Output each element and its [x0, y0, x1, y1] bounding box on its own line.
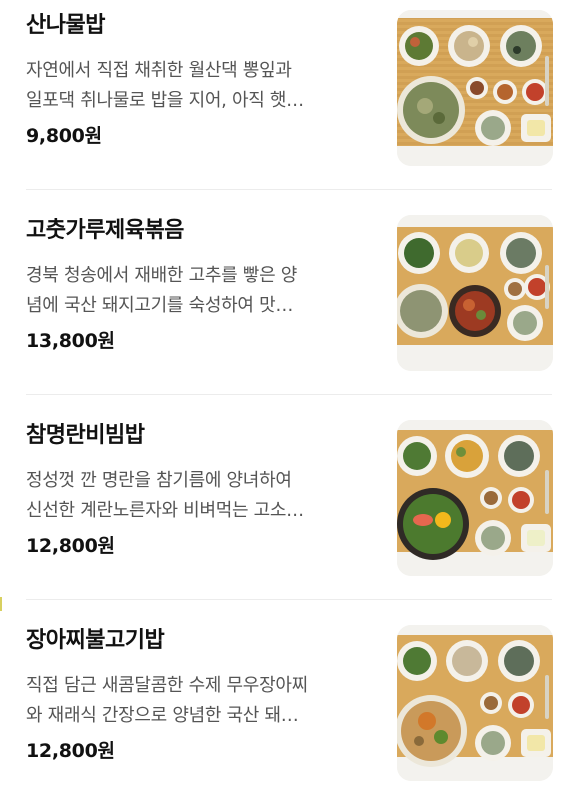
- scroll-edge-indicator: [0, 597, 2, 611]
- sannamul-bap-meal-photo-icon[interactable]: [397, 10, 553, 166]
- menu-item-price: 9,800원: [26, 125, 102, 147]
- menu-item-description-line: 직접 담근 새콤달콤한 수제 무우장아찌: [26, 675, 308, 696]
- meal-tray-image: [397, 420, 553, 576]
- menu-item-myeongran-bibimbap[interactable]: 참명란비빔밥 정성껏 깐 명란을 참기름에 양녀하여 신선한 계란노른자와 비벼…: [0, 410, 562, 600]
- menu-item-description: 자연에서 직접 채취한 월산댁 뽕잎과 일포댁 취나물로 밥을 지어, 아직 햇…: [26, 56, 378, 116]
- menu-item-name: 참명란비빔밥: [26, 423, 145, 448]
- divider: [26, 599, 552, 600]
- menu-item-description-line: 와 재래식 간장으로 양념한 국산 돼…: [26, 705, 299, 726]
- divider: [26, 394, 552, 395]
- menu-item-description-line: 일포댁 취나물로 밥을 지어, 아직 햇…: [26, 90, 304, 111]
- menu-item-info: 장아찌불고기밥 직접 담근 새콤달콤한 수제 무우장아찌 와 재래식 간장으로 …: [26, 625, 378, 765]
- menu-item-description: 경북 청송에서 재배한 고추를 빻은 양 념에 국산 돼지고기를 숙성하여 맛…: [26, 261, 378, 321]
- menu-item-description-line: 정성껏 깐 명란을 참기름에 양녀하여: [26, 470, 292, 491]
- menu-item-description-line: 경북 청송에서 재배한 고추를 빻은 양: [26, 265, 298, 286]
- menu-item-description-line: 자연에서 직접 채취한 월산댁 뽕잎과: [26, 60, 292, 81]
- menu-item-jeyuk-bokkeum[interactable]: 고춧가루제육볶음 경북 청송에서 재배한 고추를 빻은 양 념에 국산 돼지고기…: [0, 205, 562, 395]
- menu-item-price: 13,800원: [26, 330, 115, 352]
- menu-item-name: 장아찌불고기밥: [26, 628, 165, 653]
- menu-item-price: 12,800원: [26, 535, 115, 557]
- menu-item-name: 산나물밥: [26, 13, 105, 38]
- menu-item-jangajji-bulgogi-bap[interactable]: 장아찌불고기밥 직접 담근 새콤달콤한 수제 무우장아찌 와 재래식 간장으로 …: [0, 615, 562, 805]
- menu-item-sannamul-bap[interactable]: 산나물밥 자연에서 직접 채취한 월산댁 뽕잎과 일포댁 취나물로 밥을 지어,…: [0, 0, 562, 190]
- jangajji-bulgogi-bap-meal-photo-icon[interactable]: [397, 625, 553, 781]
- meal-tray-image: [397, 625, 553, 781]
- menu-item-name: 고춧가루제육볶음: [26, 218, 184, 243]
- menu-item-info: 산나물밥 자연에서 직접 채취한 월산댁 뽕잎과 일포댁 취나물로 밥을 지어,…: [26, 10, 378, 150]
- menu-item-info: 고춧가루제육볶음 경북 청송에서 재배한 고추를 빻은 양 념에 국산 돼지고기…: [26, 215, 378, 355]
- meal-tray-image: [397, 10, 553, 166]
- menu-item-description: 정성껏 깐 명란을 참기름에 양녀하여 신선한 계란노른자와 비벼먹는 고소…: [26, 466, 378, 526]
- menu-item-price: 12,800원: [26, 740, 115, 762]
- menu-item-description-line: 신선한 계란노른자와 비벼먹는 고소…: [26, 500, 304, 521]
- meal-tray-image: [397, 215, 553, 371]
- jeyuk-bokkeum-meal-photo-icon[interactable]: [397, 215, 553, 371]
- myeongran-bibimbap-meal-photo-icon[interactable]: [397, 420, 553, 576]
- divider: [26, 189, 552, 190]
- image-caption-strip: [397, 355, 553, 363]
- menu-item-description-line: 념에 국산 돼지고기를 숙성하여 맛…: [26, 295, 294, 316]
- menu-item-info: 참명란비빔밥 정성껏 깐 명란을 참기름에 양녀하여 신선한 계란노른자와 비벼…: [26, 420, 378, 560]
- menu-item-description: 직접 담근 새콤달콤한 수제 무우장아찌 와 재래식 간장으로 양념한 국산 돼…: [26, 671, 378, 731]
